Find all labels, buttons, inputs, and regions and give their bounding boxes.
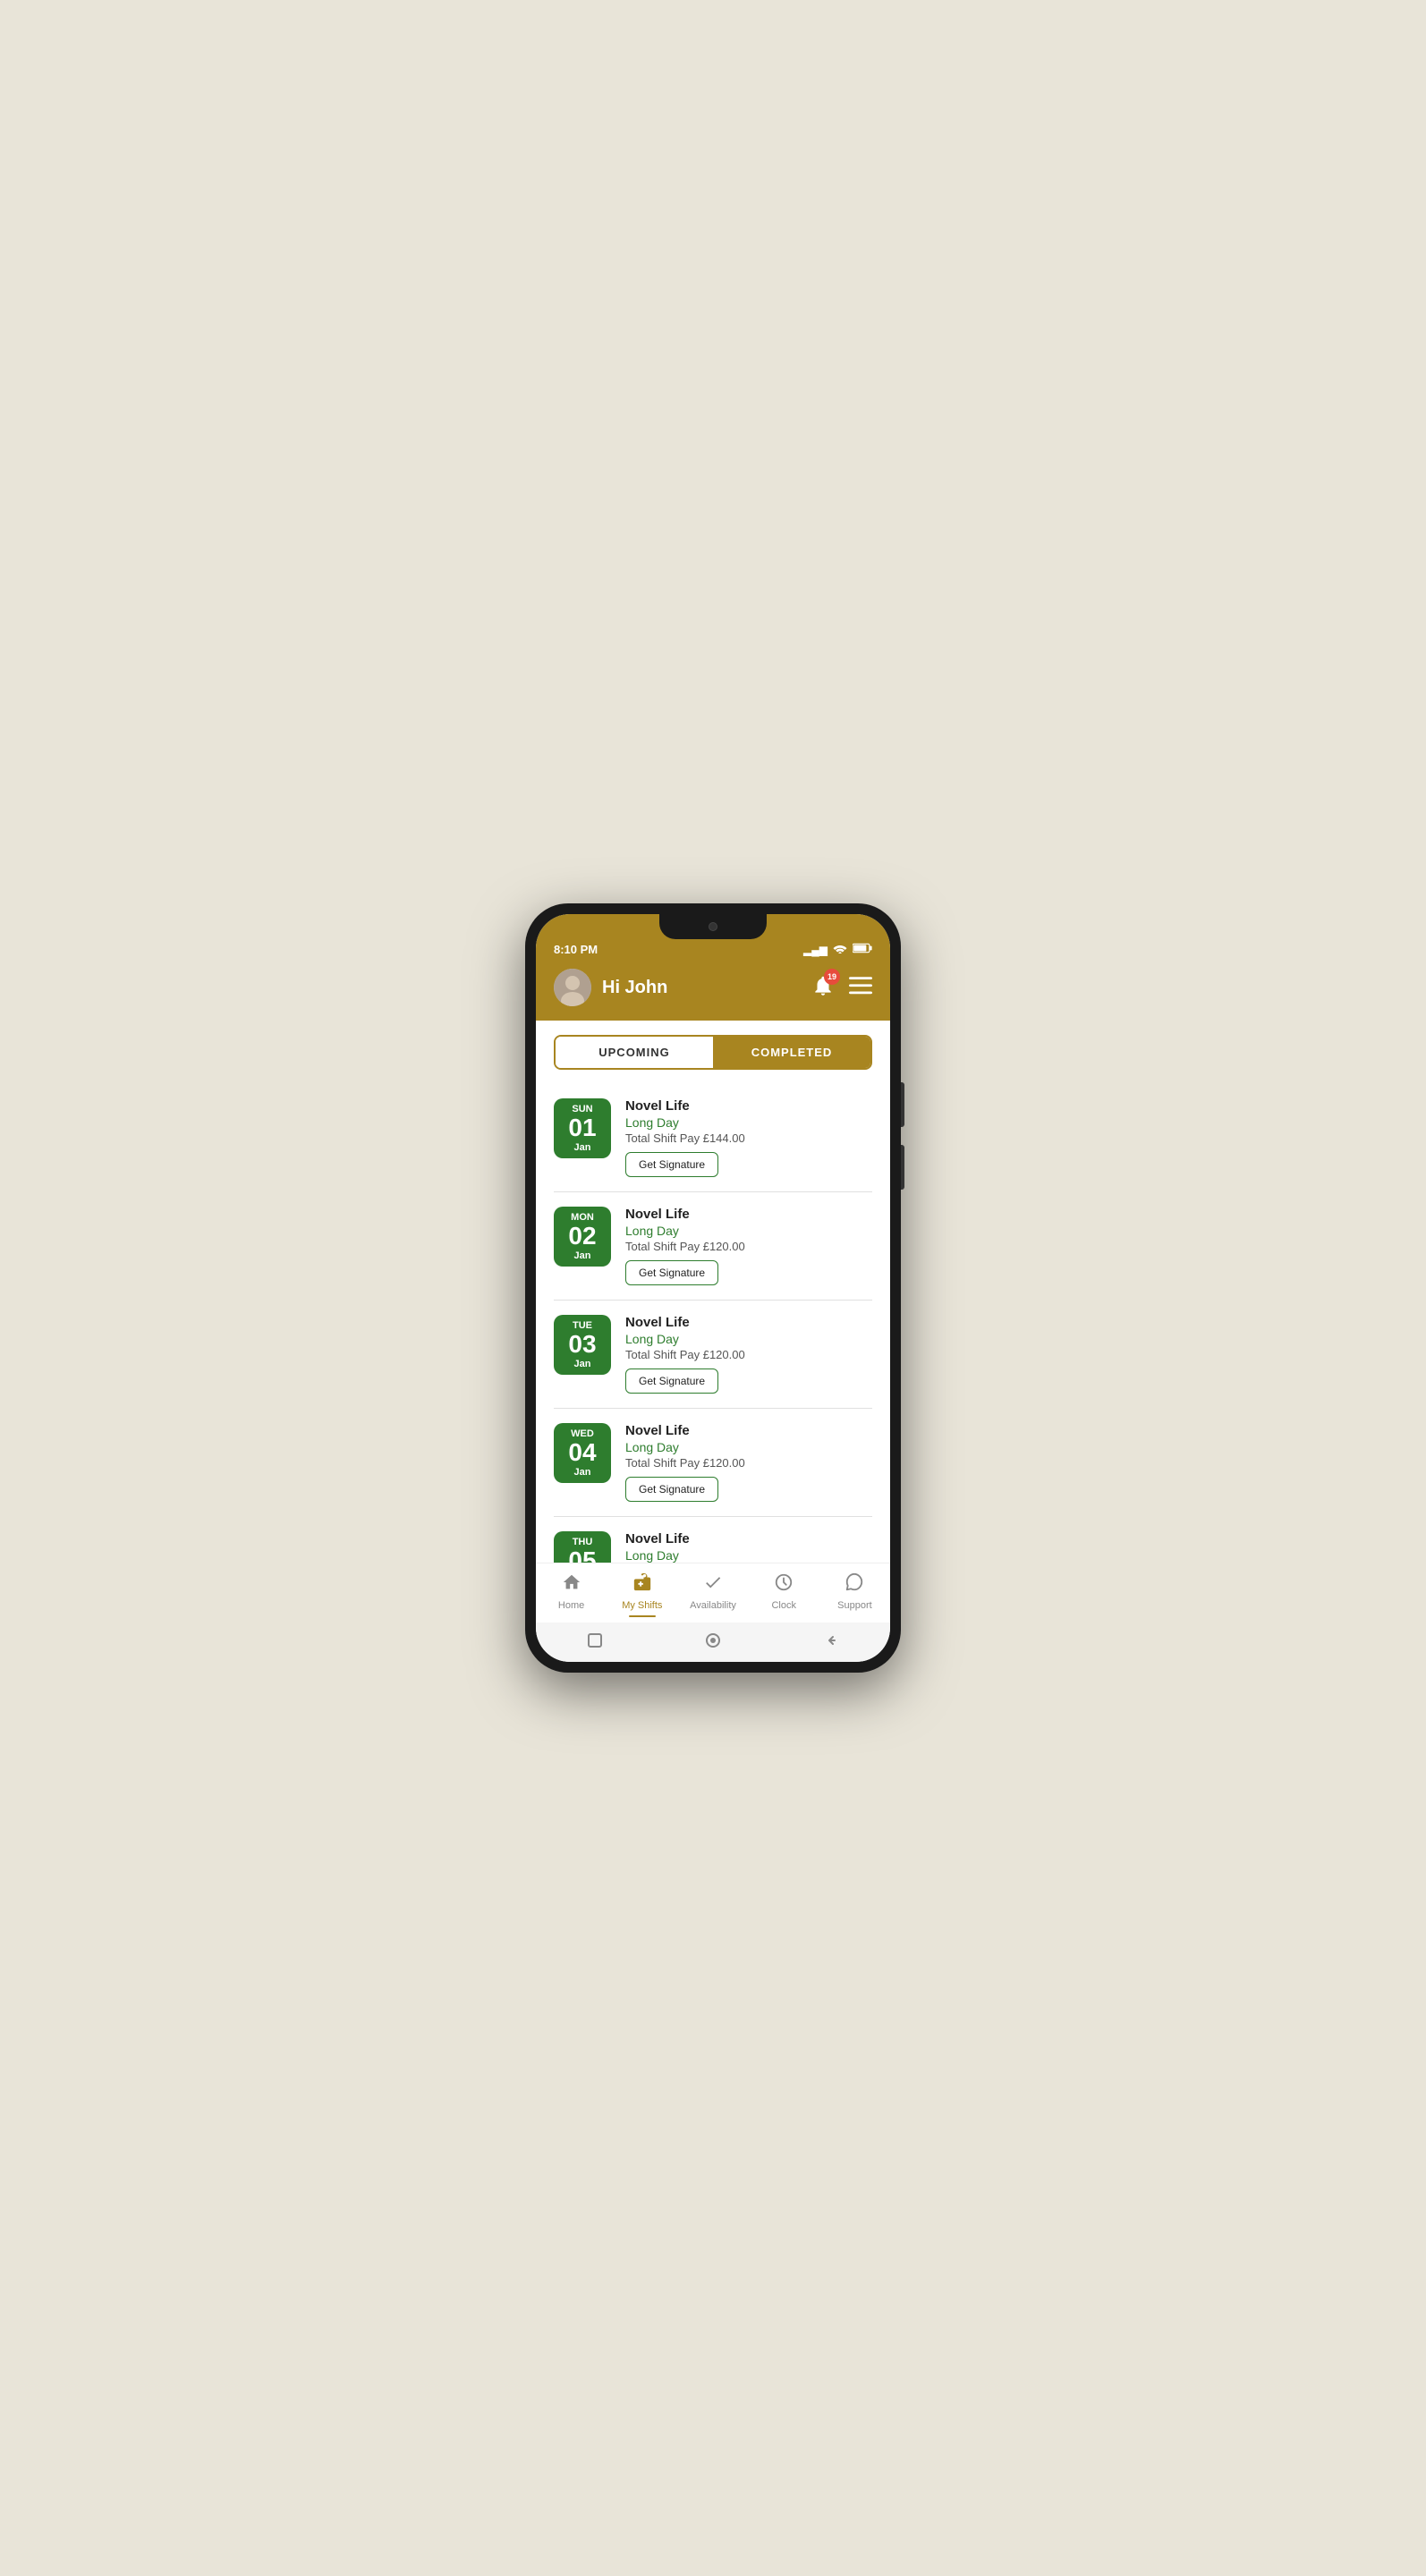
nav-myshifts[interactable]: My Shifts xyxy=(607,1572,677,1618)
android-back[interactable] xyxy=(822,1631,840,1649)
shift-type: Long Day xyxy=(625,1440,872,1454)
avatar[interactable] xyxy=(554,969,591,1006)
header: Hi John 19 xyxy=(536,962,890,1021)
nav-myshifts-underline xyxy=(629,1615,656,1618)
shift-details: Novel Life Long Day Total Shift Pay £120… xyxy=(625,1423,872,1502)
battery-icon xyxy=(853,943,872,956)
shift-details: Novel Life Long Day Total Shift Pay £120… xyxy=(625,1207,872,1285)
get-signature-button[interactable]: Get Signature xyxy=(625,1477,718,1502)
nav-support-label: Support xyxy=(837,1600,872,1611)
date-badge: Sun 01 Jan xyxy=(554,1098,611,1158)
tab-upcoming[interactable]: UPCOMING xyxy=(556,1037,713,1068)
phone-frame: 8:10 PM ▂▄▆ xyxy=(525,903,901,1673)
header-left: Hi John xyxy=(554,969,667,1006)
android-square[interactable] xyxy=(586,1631,604,1649)
shift-pay: Total Shift Pay £144.00 xyxy=(625,1131,872,1145)
wifi-icon xyxy=(833,943,847,956)
shift-num: 02 xyxy=(568,1223,596,1250)
tabs-container: UPCOMING COMPLETED xyxy=(554,1035,872,1070)
header-right: 19 xyxy=(811,974,872,1002)
signal-icon: ▂▄▆ xyxy=(803,944,828,956)
shift-company: Novel Life xyxy=(625,1207,872,1222)
shift-details: Novel Life Long Day Total Shift Pay £144… xyxy=(625,1098,872,1177)
nav-availability-label: Availability xyxy=(690,1600,736,1611)
shift-month: Jan xyxy=(574,1250,591,1261)
nav-clock-label: Clock xyxy=(771,1600,796,1611)
clock-icon xyxy=(774,1572,794,1597)
shift-pay: Total Shift Pay £120.00 xyxy=(625,1240,872,1253)
shift-month: Jan xyxy=(574,1467,591,1478)
shift-company: Novel Life xyxy=(625,1531,872,1546)
nav-support[interactable]: Support xyxy=(819,1572,890,1618)
shift-type: Long Day xyxy=(625,1115,872,1130)
shift-company: Novel Life xyxy=(625,1315,872,1330)
support-icon xyxy=(845,1572,864,1597)
notification-bell[interactable]: 19 xyxy=(811,974,835,1002)
shift-pay: Total Shift Pay £120.00 xyxy=(625,1456,872,1470)
date-badge: Tue 03 Jan xyxy=(554,1315,611,1375)
home-icon xyxy=(562,1572,581,1597)
bottom-nav: Home My Shifts Availability xyxy=(536,1563,890,1623)
shifts-list: Sun 01 Jan Novel Life Long Day Total Shi… xyxy=(536,1084,890,1563)
notification-count: 19 xyxy=(824,969,840,985)
shift-month: Jan xyxy=(574,1359,591,1369)
nav-clock[interactable]: Clock xyxy=(749,1572,819,1618)
get-signature-button[interactable]: Get Signature xyxy=(625,1260,718,1285)
shift-pay: Total Shift Pay £120.00 xyxy=(625,1348,872,1361)
shift-details: Novel Life Long Day Total Shift Pay £120… xyxy=(625,1315,872,1394)
shift-type: Long Day xyxy=(625,1224,872,1238)
shift-details: Novel Life Long Day Total Shift Pay £120… xyxy=(625,1531,872,1563)
date-badge: Mon 02 Jan xyxy=(554,1207,611,1267)
notch xyxy=(659,914,767,939)
nav-availability[interactable]: Availability xyxy=(677,1572,748,1618)
shift-item: Tue 03 Jan Novel Life Long Day Total Shi… xyxy=(554,1301,872,1409)
shift-item: Mon 02 Jan Novel Life Long Day Total Shi… xyxy=(554,1192,872,1301)
nav-home-label: Home xyxy=(558,1600,584,1611)
android-nav xyxy=(536,1623,890,1662)
android-home[interactable] xyxy=(704,1631,722,1649)
myshifts-icon xyxy=(632,1572,652,1597)
shift-type: Long Day xyxy=(625,1332,872,1346)
shift-num: 01 xyxy=(568,1114,596,1142)
shift-num: 05 xyxy=(568,1547,596,1563)
availability-icon xyxy=(703,1572,723,1597)
shift-company: Novel Life xyxy=(625,1098,872,1114)
nav-home[interactable]: Home xyxy=(536,1572,607,1618)
menu-icon[interactable] xyxy=(849,977,872,999)
tab-completed[interactable]: COMPLETED xyxy=(713,1037,870,1068)
status-icons: ▂▄▆ xyxy=(803,943,872,956)
status-time: 8:10 PM xyxy=(554,943,598,956)
phone-screen: 8:10 PM ▂▄▆ xyxy=(536,914,890,1662)
greeting-text: Hi John xyxy=(602,978,667,998)
nav-myshifts-label: My Shifts xyxy=(622,1600,662,1611)
get-signature-button[interactable]: Get Signature xyxy=(625,1368,718,1394)
date-badge: Thu 05 Jan xyxy=(554,1531,611,1563)
date-badge: Wed 04 Jan xyxy=(554,1423,611,1483)
shift-month: Jan xyxy=(574,1142,591,1153)
camera xyxy=(709,922,717,931)
shift-item: Thu 05 Jan Novel Life Long Day Total Shi… xyxy=(554,1517,872,1563)
get-signature-button[interactable]: Get Signature xyxy=(625,1152,718,1177)
shift-num: 03 xyxy=(568,1331,596,1359)
shift-item: Sun 01 Jan Novel Life Long Day Total Shi… xyxy=(554,1084,872,1192)
shift-type: Long Day xyxy=(625,1548,872,1563)
shift-item: Wed 04 Jan Novel Life Long Day Total Shi… xyxy=(554,1409,872,1517)
shift-company: Novel Life xyxy=(625,1423,872,1438)
shift-num: 04 xyxy=(568,1439,596,1467)
